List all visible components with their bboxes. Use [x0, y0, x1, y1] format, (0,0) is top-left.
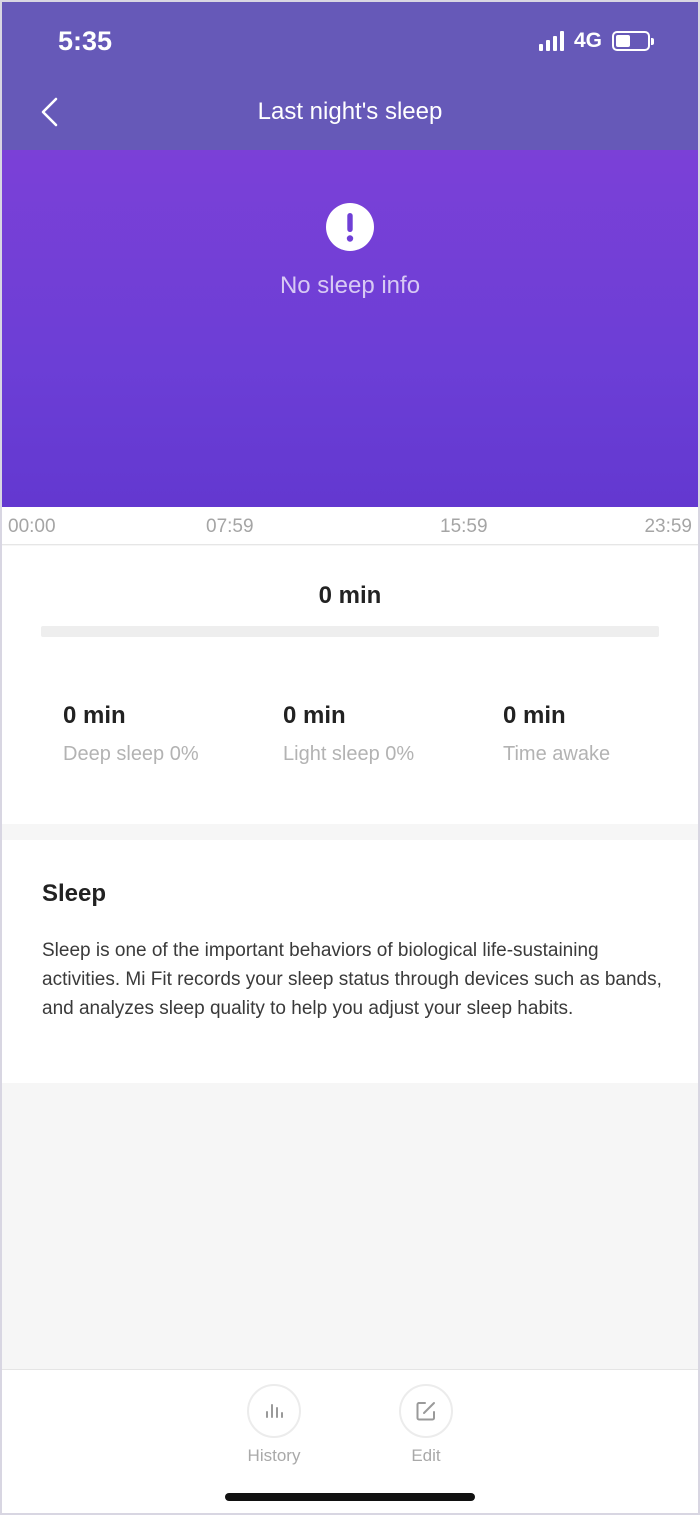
sleep-summary-card: 0 min 0 min Deep sleep 0% 0 min Light sl…: [0, 546, 700, 824]
deep-sleep-stat: 0 min Deep sleep 0%: [63, 702, 199, 766]
sleep-info-card: Sleep Sleep is one of the important beha…: [0, 840, 700, 1083]
home-indicator: [225, 1493, 475, 1501]
status-indicators: 4G: [538, 29, 654, 53]
axis-tick: 15:59: [440, 516, 488, 537]
time-axis: 00:00 07:59 15:59 23:59: [0, 507, 700, 545]
battery-icon: [612, 31, 654, 51]
history-circle: [247, 1384, 301, 1438]
edit-icon: [416, 1402, 435, 1421]
status-time: 5:35: [58, 26, 113, 56]
axis-tick: 07:59: [206, 516, 254, 537]
info-body: Sleep is one of the important behaviors …: [42, 940, 662, 1019]
edit-circle: [399, 1384, 453, 1438]
info-title: Sleep: [42, 880, 107, 907]
deep-sleep-value: 0 min: [63, 702, 126, 729]
light-sleep-stat: 0 min Light sleep 0%: [283, 702, 414, 766]
sleep-progress-bar: [41, 626, 659, 637]
edit-label: Edit: [411, 1446, 441, 1465]
page-title: Last night's sleep: [257, 98, 443, 125]
time-awake-label: Time awake: [503, 743, 611, 765]
deep-sleep-label: Deep sleep 0%: [63, 743, 199, 765]
history-button[interactable]: History: [234, 1384, 314, 1466]
history-label: History: [247, 1446, 301, 1465]
total-sleep-value: 0 min: [318, 582, 382, 609]
axis-tick: 23:59: [644, 516, 692, 537]
sleep-chart-area: No sleep info: [0, 150, 700, 507]
light-sleep-label: Light sleep 0%: [283, 743, 415, 765]
header-bar: 5:35 4G Last night's sleep: [0, 0, 700, 150]
time-awake-stat: 0 min Time awake: [503, 702, 610, 766]
time-awake-value: 0 min: [503, 702, 566, 729]
bar-chart-icon: [266, 1404, 283, 1418]
no-sleep-info-message: No sleep info: [279, 272, 421, 299]
light-sleep-value: 0 min: [283, 702, 346, 729]
axis-tick: 00:00: [8, 516, 56, 537]
signal-icon: [538, 31, 564, 51]
network-type: 4G: [573, 29, 602, 52]
edit-button[interactable]: Edit: [386, 1384, 466, 1466]
alert-circle-icon: [326, 203, 374, 251]
